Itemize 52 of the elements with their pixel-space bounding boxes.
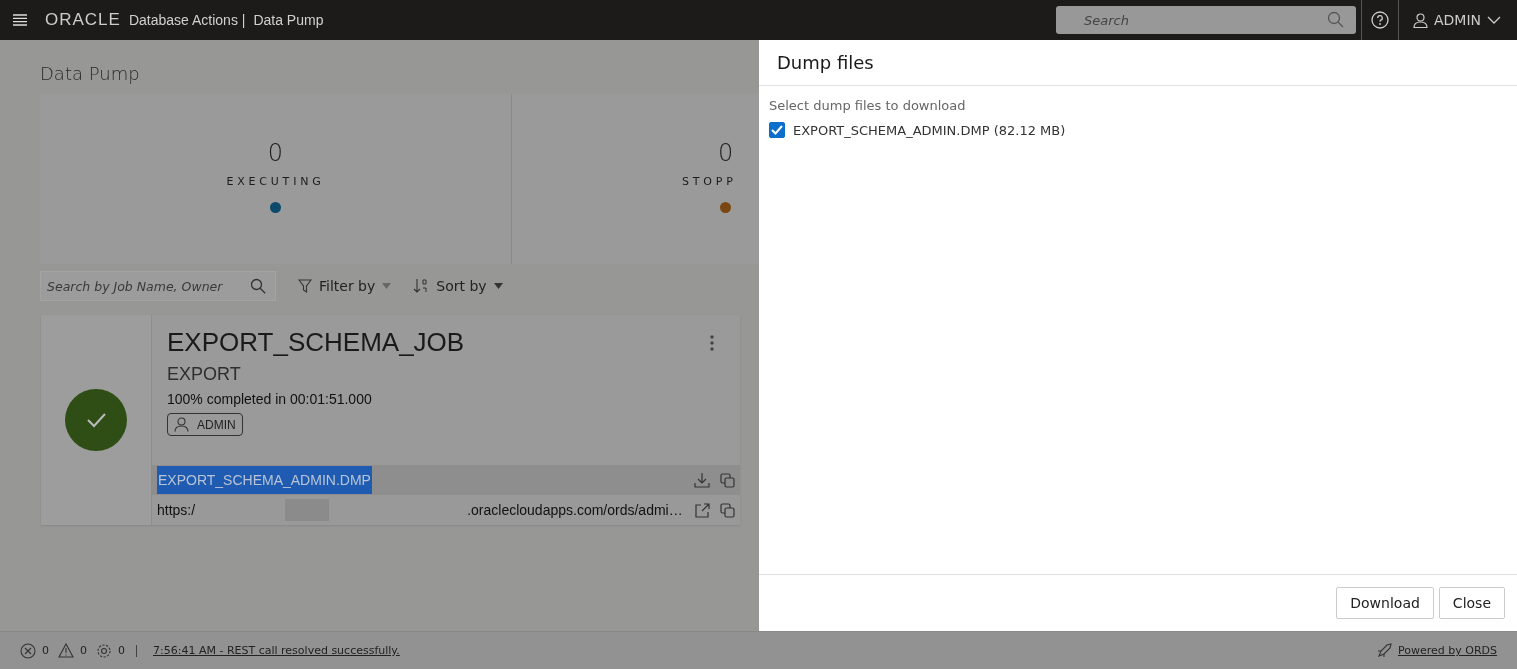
menu-icon[interactable] [13, 14, 27, 26]
user-icon [174, 417, 189, 432]
search-field[interactable]: Search [1055, 6, 1356, 34]
user-icon [1412, 12, 1428, 28]
drawer-title: Dump files [759, 40, 1517, 86]
file-label: EXPORT_SCHEMA_ADMIN.DMP (82.12 MB) [793, 122, 1066, 138]
stat-label: STOPP [682, 175, 737, 188]
job-count: 0 [118, 644, 125, 657]
powered-by-link[interactable]: Powered by ORDS [1398, 644, 1497, 657]
owner-chip: ADMIN [167, 413, 243, 436]
download-icon[interactable] [694, 472, 710, 488]
search-icon [1326, 11, 1344, 28]
app-title: Database Actions | [128, 12, 246, 28]
caret-icon [382, 283, 392, 289]
error-count: 0 [42, 644, 49, 657]
file-name: EXPORT_SCHEMA_ADMIN.DMP [157, 466, 372, 494]
job-summary: 100% completed in 00:01:51.000 [167, 391, 372, 407]
status-message-link[interactable]: 7:56:41 AM - REST call resolved successfully. [153, 644, 400, 657]
stat-count: 0 [718, 139, 734, 167]
checkbox[interactable] [769, 122, 785, 138]
external-link-icon[interactable] [695, 502, 710, 518]
page-title: Data Pump [253, 12, 324, 28]
warning-count: 0 [80, 644, 87, 657]
job-type: EXPORT [167, 364, 241, 385]
stat-count: 0 [267, 139, 284, 167]
error-icon [20, 642, 36, 659]
copy-icon[interactable] [720, 472, 735, 488]
drawer-button[interactable]: Download [1336, 587, 1434, 619]
drawer-prompt: Select dump files to download [769, 98, 966, 113]
more-icon[interactable] [710, 334, 714, 351]
filter-icon [298, 279, 312, 293]
help-icon[interactable] [1370, 11, 1389, 29]
logo: ORACLE [45, 10, 121, 30]
user-menu[interactable]: ADMIN [1398, 0, 1517, 40]
filter-button[interactable]: Filter by [298, 278, 392, 294]
stat-label: EXECUTING [226, 175, 325, 188]
url-text: .oraclecloudapps.com/ords/admi… [467, 502, 683, 518]
search-icon [250, 278, 266, 294]
caret-icon [493, 283, 503, 289]
gear-icon [96, 642, 112, 659]
sort-button[interactable]: Sort by [413, 278, 503, 294]
job-name: EXPORT_SCHEMA_JOB [167, 327, 465, 358]
page-heading: Data Pump [40, 63, 141, 84]
drawer-button[interactable]: Close [1438, 587, 1505, 619]
url-text: https:/ [157, 502, 196, 518]
job-search-field[interactable]: Search by Job Name, Owner [40, 271, 276, 301]
chevron-icon [1487, 16, 1501, 24]
warning-icon [58, 643, 74, 658]
success-icon [65, 389, 127, 451]
sort-icon [413, 278, 430, 294]
rocket-icon [1377, 643, 1392, 658]
copy-icon[interactable] [720, 502, 735, 518]
